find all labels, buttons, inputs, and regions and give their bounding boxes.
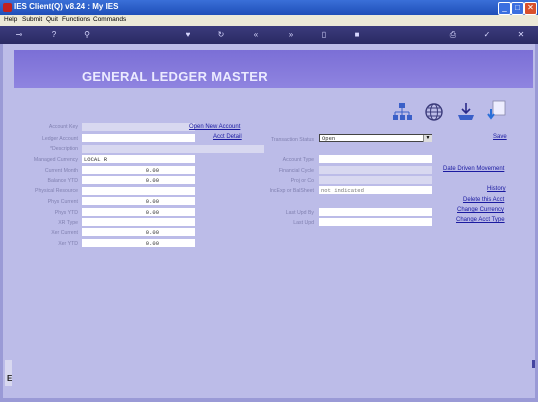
forward-icon[interactable]: » — [286, 30, 296, 40]
phys-ytd-field: 0.00 — [82, 208, 195, 216]
save-link[interactable]: Save — [493, 134, 507, 140]
xer-current-field: 0.00 — [82, 228, 195, 236]
chevron-down-icon[interactable]: ▼ — [423, 135, 432, 142]
document-down-icon[interactable] — [487, 99, 509, 121]
label-last-upd-by: Last Upd By — [285, 210, 314, 216]
window-title: IES Client(Q) v8.24 : My IES — [14, 2, 119, 11]
help-icon[interactable]: ? — [49, 30, 59, 40]
transaction-status-value: Open — [322, 135, 336, 142]
scroll-indicator[interactable] — [532, 360, 535, 368]
label-proj-or-co: Proj or Co — [290, 178, 314, 184]
label-balance-ytd: Balance YTD — [47, 178, 78, 184]
account-type-field[interactable] — [319, 155, 432, 163]
print-icon[interactable]: ⎙ — [448, 30, 458, 40]
page-title: GENERAL LEDGER MASTER — [82, 69, 268, 84]
stop-icon[interactable]: ■ — [352, 30, 362, 40]
download-tray-icon[interactable] — [455, 101, 477, 123]
current-month-field: 0.00 — [82, 166, 195, 174]
check-icon[interactable]: ✓ — [482, 30, 492, 40]
label-current-month: Current Month — [44, 168, 78, 174]
xr-type-field[interactable] — [82, 218, 195, 226]
menu-submit[interactable]: Submit — [22, 16, 42, 23]
label-phys-ytd: Phys YTD — [54, 210, 78, 216]
label-managed-currency: Managed Currency — [33, 157, 78, 163]
transaction-status-select[interactable]: Open — [319, 134, 432, 142]
label-physical-resource: Physical Resource — [35, 188, 78, 194]
label-xer-ytd: Xer YTD — [58, 241, 78, 247]
history-link[interactable]: History — [487, 186, 506, 192]
doc-icon[interactable]: ▯ — [319, 30, 329, 40]
search-icon[interactable]: ⚲ — [82, 30, 92, 40]
proj-or-co-field[interactable] — [319, 176, 432, 184]
hierarchy-icon[interactable] — [391, 101, 413, 123]
label-description: *Description — [50, 146, 78, 152]
app-icon — [3, 3, 12, 12]
phys-current-field: 0.00 — [82, 197, 195, 205]
globe-icon[interactable] — [423, 101, 445, 123]
managed-currency-field[interactable]: LOCAL R — [82, 155, 195, 163]
xer-ytd-field: 0.00 — [82, 239, 195, 247]
change-acct-type-link[interactable]: Change Acct Type — [456, 217, 505, 223]
minimize-button[interactable]: _ — [498, 2, 511, 15]
label-phys-current: Phys Current — [47, 199, 78, 205]
back-key-icon[interactable]: ⊸ — [10, 30, 28, 40]
change-currency-link[interactable]: Change Currency — [457, 207, 504, 213]
label-last-upd: Last Upd — [293, 220, 314, 226]
label-account-key: Account Key — [48, 124, 78, 130]
label-account-type: Account Type — [282, 157, 314, 163]
label-transaction-status: Transaction Status — [270, 137, 314, 143]
label-ledger-account: Ledger Account — [41, 136, 78, 142]
acct-detail-link[interactable]: Acct Detail — [213, 134, 242, 140]
date-driven-movement-link[interactable]: Date Driven Movement — [443, 166, 504, 172]
ledger-account-field[interactable] — [82, 134, 195, 142]
financial-cycle-field[interactable] — [319, 166, 432, 174]
open-new-account-link[interactable]: Open New Account — [189, 124, 240, 130]
description-field[interactable] — [82, 145, 264, 153]
label-xer-current: Xer Current — [51, 230, 78, 236]
logo-mark-icon: E — [7, 374, 13, 383]
close-icon[interactable]: ✕ — [516, 30, 526, 40]
delete-acct-link[interactable]: Delete this Acct — [463, 197, 504, 203]
menu-commands[interactable]: Commands — [93, 16, 126, 23]
menu-quit[interactable]: Quit — [46, 16, 58, 23]
label-incexp-balsheet: IncExp or BalSheet — [269, 188, 314, 194]
menu-functions[interactable]: Functions — [62, 16, 90, 23]
last-upd-field — [319, 218, 432, 226]
last-upd-by-field — [319, 208, 432, 216]
balance-ytd-field: 0.00 — [82, 176, 195, 184]
account-key-field[interactable] — [82, 123, 195, 131]
refresh-icon[interactable]: ↻ — [216, 30, 226, 40]
rewind-icon[interactable]: « — [251, 30, 261, 40]
physical-resource-field[interactable] — [82, 187, 195, 195]
label-financial-cycle: Financial Cycle — [278, 168, 314, 174]
close-window-button[interactable]: ✕ — [524, 2, 537, 15]
heart-icon[interactable]: ♥ — [183, 30, 193, 40]
maximize-button[interactable]: □ — [511, 2, 524, 15]
label-xr-type: XR Type — [58, 220, 78, 226]
incexp-balsheet-field[interactable]: not indicated — [319, 186, 432, 194]
menu-help[interactable]: Help — [4, 16, 17, 23]
